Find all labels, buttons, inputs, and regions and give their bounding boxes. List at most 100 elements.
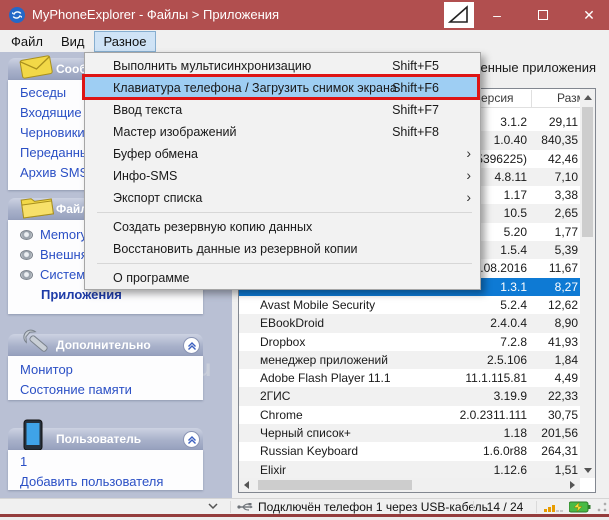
maximize-icon — [538, 10, 548, 20]
cell-size: 8,90 — [555, 314, 578, 332]
horizontal-scroll-thumb[interactable] — [258, 480, 412, 490]
table-row[interactable]: Черный список+1.18201,56 — [239, 424, 580, 442]
cell-size: 1,84 — [555, 351, 578, 369]
cell-size: 30,75 — [548, 406, 578, 424]
vertical-scrollbar[interactable] — [580, 89, 595, 478]
cell-name: Черный список+ — [260, 424, 351, 442]
menu-item[interactable]: О программе — [85, 267, 480, 289]
section-box-extras: МониторСостояние памяти — [8, 356, 203, 400]
cell-size: 4,49 — [555, 369, 578, 387]
item-counter: 14 / 24 — [478, 500, 532, 514]
annotation-cursor-icon — [444, 2, 474, 28]
cell-version: 7.2.8 — [500, 333, 527, 351]
table-row[interactable]: Chrome2.0.2311.11130,75 — [239, 406, 580, 424]
envelope-icon — [16, 52, 56, 80]
submenu-arrow-icon: › — [466, 164, 471, 186]
battery-icon — [569, 501, 591, 513]
menubar-item-Разное[interactable]: Разное — [94, 31, 157, 52]
menu-bar: ФайлВидРазное — [0, 30, 609, 52]
cell-size: 7,10 — [555, 168, 578, 186]
sidebar-item[interactable]: Состояние памяти — [8, 380, 203, 400]
sidebar-item[interactable]: Монитор — [8, 360, 203, 380]
menu-item[interactable]: Создать резервную копию данных — [85, 216, 480, 238]
cell-size: 8,27 — [555, 278, 578, 296]
table-row[interactable]: Russian Keyboard1.6.0r88264,31 — [239, 442, 580, 460]
cell-name: Avast Mobile Security — [260, 296, 375, 314]
cell-name: Dropbox — [260, 333, 305, 351]
cell-name: Elixir — [260, 461, 286, 479]
sidebar-item-label: 1 — [20, 452, 27, 472]
cell-version: 9.08.2016 — [474, 259, 527, 277]
cell-size: 3,38 — [555, 186, 578, 204]
menu-item-shortcut: Shift+F7 — [392, 99, 439, 121]
cell-version: 1.6.0r88 — [483, 442, 527, 460]
cell-name: менеджер приложений — [260, 351, 388, 369]
phone-icon — [20, 418, 46, 452]
cell-version: 4.8.11 — [495, 168, 527, 186]
menu-item[interactable]: Ввод текстаShift+F7 — [85, 99, 480, 121]
sidebar-scroll-down-icon[interactable] — [206, 502, 220, 514]
scroll-left-icon[interactable] — [244, 481, 249, 489]
scroll-up-icon[interactable] — [584, 95, 592, 100]
cell-version: 10.5 — [504, 204, 527, 222]
cell-size: 42,46 — [548, 150, 578, 168]
cell-name: Russian Keyboard — [260, 442, 358, 460]
menu-item-label: Выполнить мультисинхронизацию — [113, 59, 311, 73]
sidebar-item[interactable]: 1 — [8, 452, 203, 472]
cell-size: 2,65 — [555, 204, 578, 222]
cell-name: Chrome — [260, 406, 303, 424]
table-row[interactable]: менеджер приложений2.5.1061,84 — [239, 351, 580, 369]
cell-size: 1,51 — [555, 461, 578, 479]
scroll-right-icon[interactable] — [570, 481, 575, 489]
cell-version: 3.19.9 — [494, 387, 527, 405]
cell-size: 201,56 — [541, 424, 578, 442]
menubar-item-Файл[interactable]: Файл — [2, 31, 52, 52]
menu-item-label: Создать резервную копию данных — [113, 220, 312, 234]
resize-grip[interactable] — [597, 502, 607, 512]
menu-item[interactable]: Буфер обмена› — [85, 143, 480, 165]
column-size[interactable]: Размер — [557, 91, 580, 105]
menu-item-label: Восстановить данные из резервной копии — [113, 242, 358, 256]
cell-size: 41,93 — [548, 333, 578, 351]
table-row[interactable]: 2ГИС3.19.922,33 — [239, 387, 580, 405]
statusbar-separator — [473, 501, 474, 513]
cell-version: 1.0.40 — [494, 131, 527, 149]
section-box-user: 1Добавить пользователя — [8, 450, 203, 490]
annotation-red-box — [82, 74, 480, 100]
table-row[interactable]: Elixir1.12.61,51 — [239, 461, 580, 479]
menu-separator — [85, 260, 480, 267]
table-row[interactable]: Adobe Flash Player 11.111.1.115.814,49 — [239, 369, 580, 387]
scroll-down-icon[interactable] — [584, 468, 592, 473]
disk-icon — [20, 270, 33, 280]
minimize-button[interactable]: – — [480, 0, 514, 30]
menu-item[interactable]: Экспорт списка› — [85, 187, 480, 209]
status-bar: Подключён телефон 1 через USB-кабель 14 … — [0, 498, 609, 514]
menu-item-label: О программе — [113, 271, 189, 285]
collapse-extras-button[interactable] — [183, 337, 200, 354]
cell-name: EBookDroid — [260, 314, 324, 332]
folder-icon — [18, 190, 56, 220]
table-row[interactable]: EBookDroid2.4.0.48,90 — [239, 314, 580, 332]
close-button[interactable]: ✕ — [572, 0, 606, 30]
menu-item[interactable]: Мастер изображений Shift+F8 — [85, 121, 480, 143]
cell-version: 5.2.4 — [500, 296, 527, 314]
vertical-scroll-thumb[interactable] — [582, 107, 593, 237]
menu-item-label: Мастер изображений — [113, 125, 237, 139]
collapse-user-button[interactable] — [183, 431, 200, 448]
app-icon — [9, 7, 25, 23]
submenu-arrow-icon: › — [466, 142, 471, 164]
table-row[interactable]: Dropbox 7.2.8 41,93 — [239, 333, 580, 351]
sidebar-item-label: Архив SMS — [20, 163, 88, 183]
menu-item[interactable]: Инфо-SMS› — [85, 165, 480, 187]
table-row[interactable]: Avast Mobile Security5.2.412,62 — [239, 296, 580, 314]
horizontal-scrollbar[interactable] — [239, 478, 580, 492]
maximize-button[interactable] — [526, 0, 560, 30]
sidebar-item[interactable]: Добавить пользователя — [8, 472, 203, 492]
menu-item-shortcut: Shift+F8 — [392, 121, 439, 143]
wrench-icon — [12, 326, 52, 358]
cell-version: 5396225) — [476, 150, 527, 168]
menu-item[interactable]: Восстановить данные из резервной копии — [85, 238, 480, 260]
disk-icon — [20, 230, 33, 240]
connection-status: Подключён телефон 1 через USB-кабель — [258, 500, 488, 514]
menubar-item-Вид[interactable]: Вид — [52, 31, 94, 52]
